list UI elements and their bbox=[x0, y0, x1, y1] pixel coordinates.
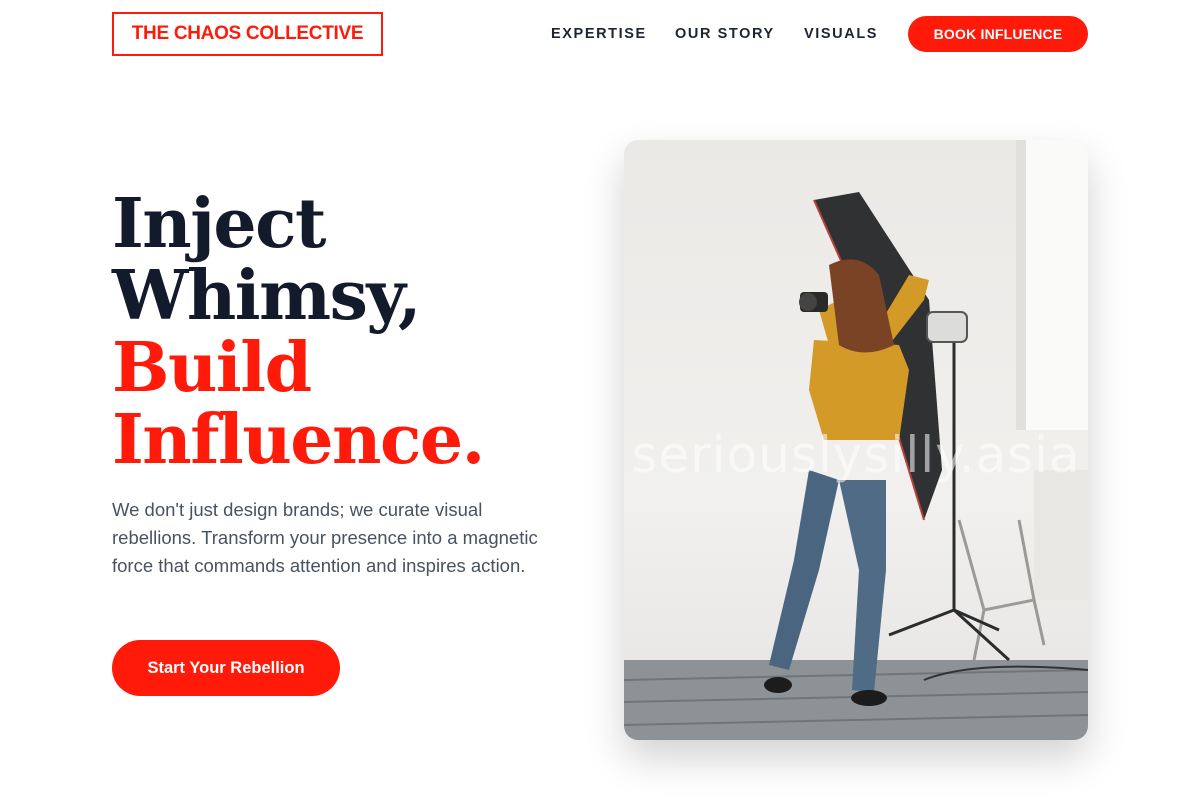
site-header: THE CHAOS COLLECTIVE EXPERTISE OUR STORY… bbox=[0, 0, 1200, 70]
nav-link-visuals[interactable]: VISUALS bbox=[804, 24, 878, 44]
nav-link-our-story[interactable]: OUR STORY bbox=[675, 24, 775, 44]
hero-subtext: We don't just design brands; we curate v… bbox=[112, 499, 538, 576]
hero-headline: Inject Whimsy, Build Influence. bbox=[112, 188, 582, 476]
headline-line-4: Influence. bbox=[112, 400, 485, 480]
headline-line-1: Inject bbox=[112, 184, 326, 264]
headline-line-3: Build bbox=[112, 328, 312, 408]
hero-photo: seriouslysilly.asia bbox=[624, 140, 1088, 740]
book-influence-button[interactable]: BOOK INFLUENCE bbox=[908, 16, 1088, 52]
image-watermark: seriouslysilly.asia bbox=[631, 426, 1081, 484]
start-rebellion-button[interactable]: Start Your Rebellion bbox=[112, 640, 340, 696]
headline-line-2: Whimsy, bbox=[112, 256, 422, 336]
nav-link-expertise[interactable]: EXPERTISE bbox=[551, 24, 647, 44]
